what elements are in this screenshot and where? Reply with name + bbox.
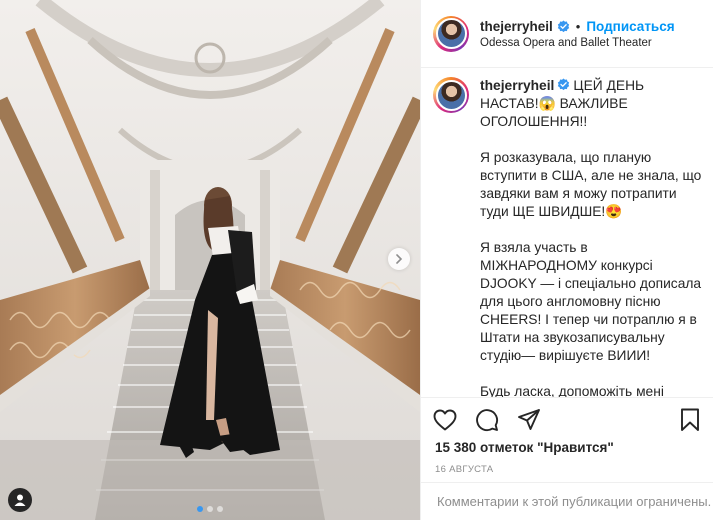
caption-paragraph-2: Я розказувала, що планую вступити в США,… xyxy=(480,150,702,219)
verified-badge-icon xyxy=(557,19,569,32)
staircase-photo xyxy=(0,0,420,520)
save-button[interactable] xyxy=(676,406,704,434)
carousel-dot-3 xyxy=(217,506,223,512)
header-avatar[interactable] xyxy=(433,15,469,52)
comments-restricted-notice: Комментарии к этой публикации ограничены… xyxy=(421,482,713,520)
next-image-button[interactable] xyxy=(388,248,410,270)
comment-icon xyxy=(476,409,499,432)
header-separator: • xyxy=(575,18,581,34)
caption-paragraph-4: Будь ласка, допоможіть мені здійснити мр… xyxy=(480,384,664,397)
post-date[interactable]: 16 АВГУСТА xyxy=(421,464,713,475)
post-photo[interactable] xyxy=(0,0,420,520)
carousel-dot-1 xyxy=(197,506,203,512)
verified-badge-icon xyxy=(558,78,570,91)
chevron-right-icon xyxy=(396,254,403,264)
header-username[interactable]: thejerryheil xyxy=(480,19,553,34)
avatar-image xyxy=(435,79,467,111)
user-icon xyxy=(14,494,26,506)
actions-bar: 15 380 отметок "Нравится" 16 АВГУСТА xyxy=(421,397,713,475)
avatar-image xyxy=(435,18,467,49)
bookmark-icon xyxy=(681,408,699,431)
like-button[interactable] xyxy=(431,406,459,434)
location-link[interactable]: Odessa Opera and Ballet Theater xyxy=(480,37,675,49)
paper-plane-icon xyxy=(518,409,540,430)
comment-button[interactable] xyxy=(473,406,501,434)
post-sidebar: thejerryheil • Подписаться Odessa Opera … xyxy=(420,0,713,520)
carousel-dot-2 xyxy=(207,506,213,512)
post-header: thejerryheil • Подписаться Odessa Opera … xyxy=(421,0,713,68)
caption-avatar[interactable] xyxy=(433,77,469,113)
caption-username[interactable]: thejerryheil xyxy=(480,78,554,93)
heart-icon xyxy=(433,409,457,431)
caption-paragraph-3: Я взяла участь в МІЖНАРОДНОМУ конкурсі D… xyxy=(480,240,702,363)
likes-count[interactable]: 15 380 отметок "Нравится" xyxy=(421,440,713,455)
follow-button[interactable]: Подписаться xyxy=(586,19,674,34)
caption-scroll-area[interactable]: thejerryheil ЦЕЙ ДЕНЬ НАСТАВ!😱 ВАЖЛИВЕ ОГ… xyxy=(421,69,713,397)
carousel-indicator xyxy=(0,506,420,512)
caption: thejerryheil ЦЕЙ ДЕНЬ НАСТАВ!😱 ВАЖЛИВЕ ОГ… xyxy=(421,69,713,397)
share-button[interactable] xyxy=(515,406,543,434)
